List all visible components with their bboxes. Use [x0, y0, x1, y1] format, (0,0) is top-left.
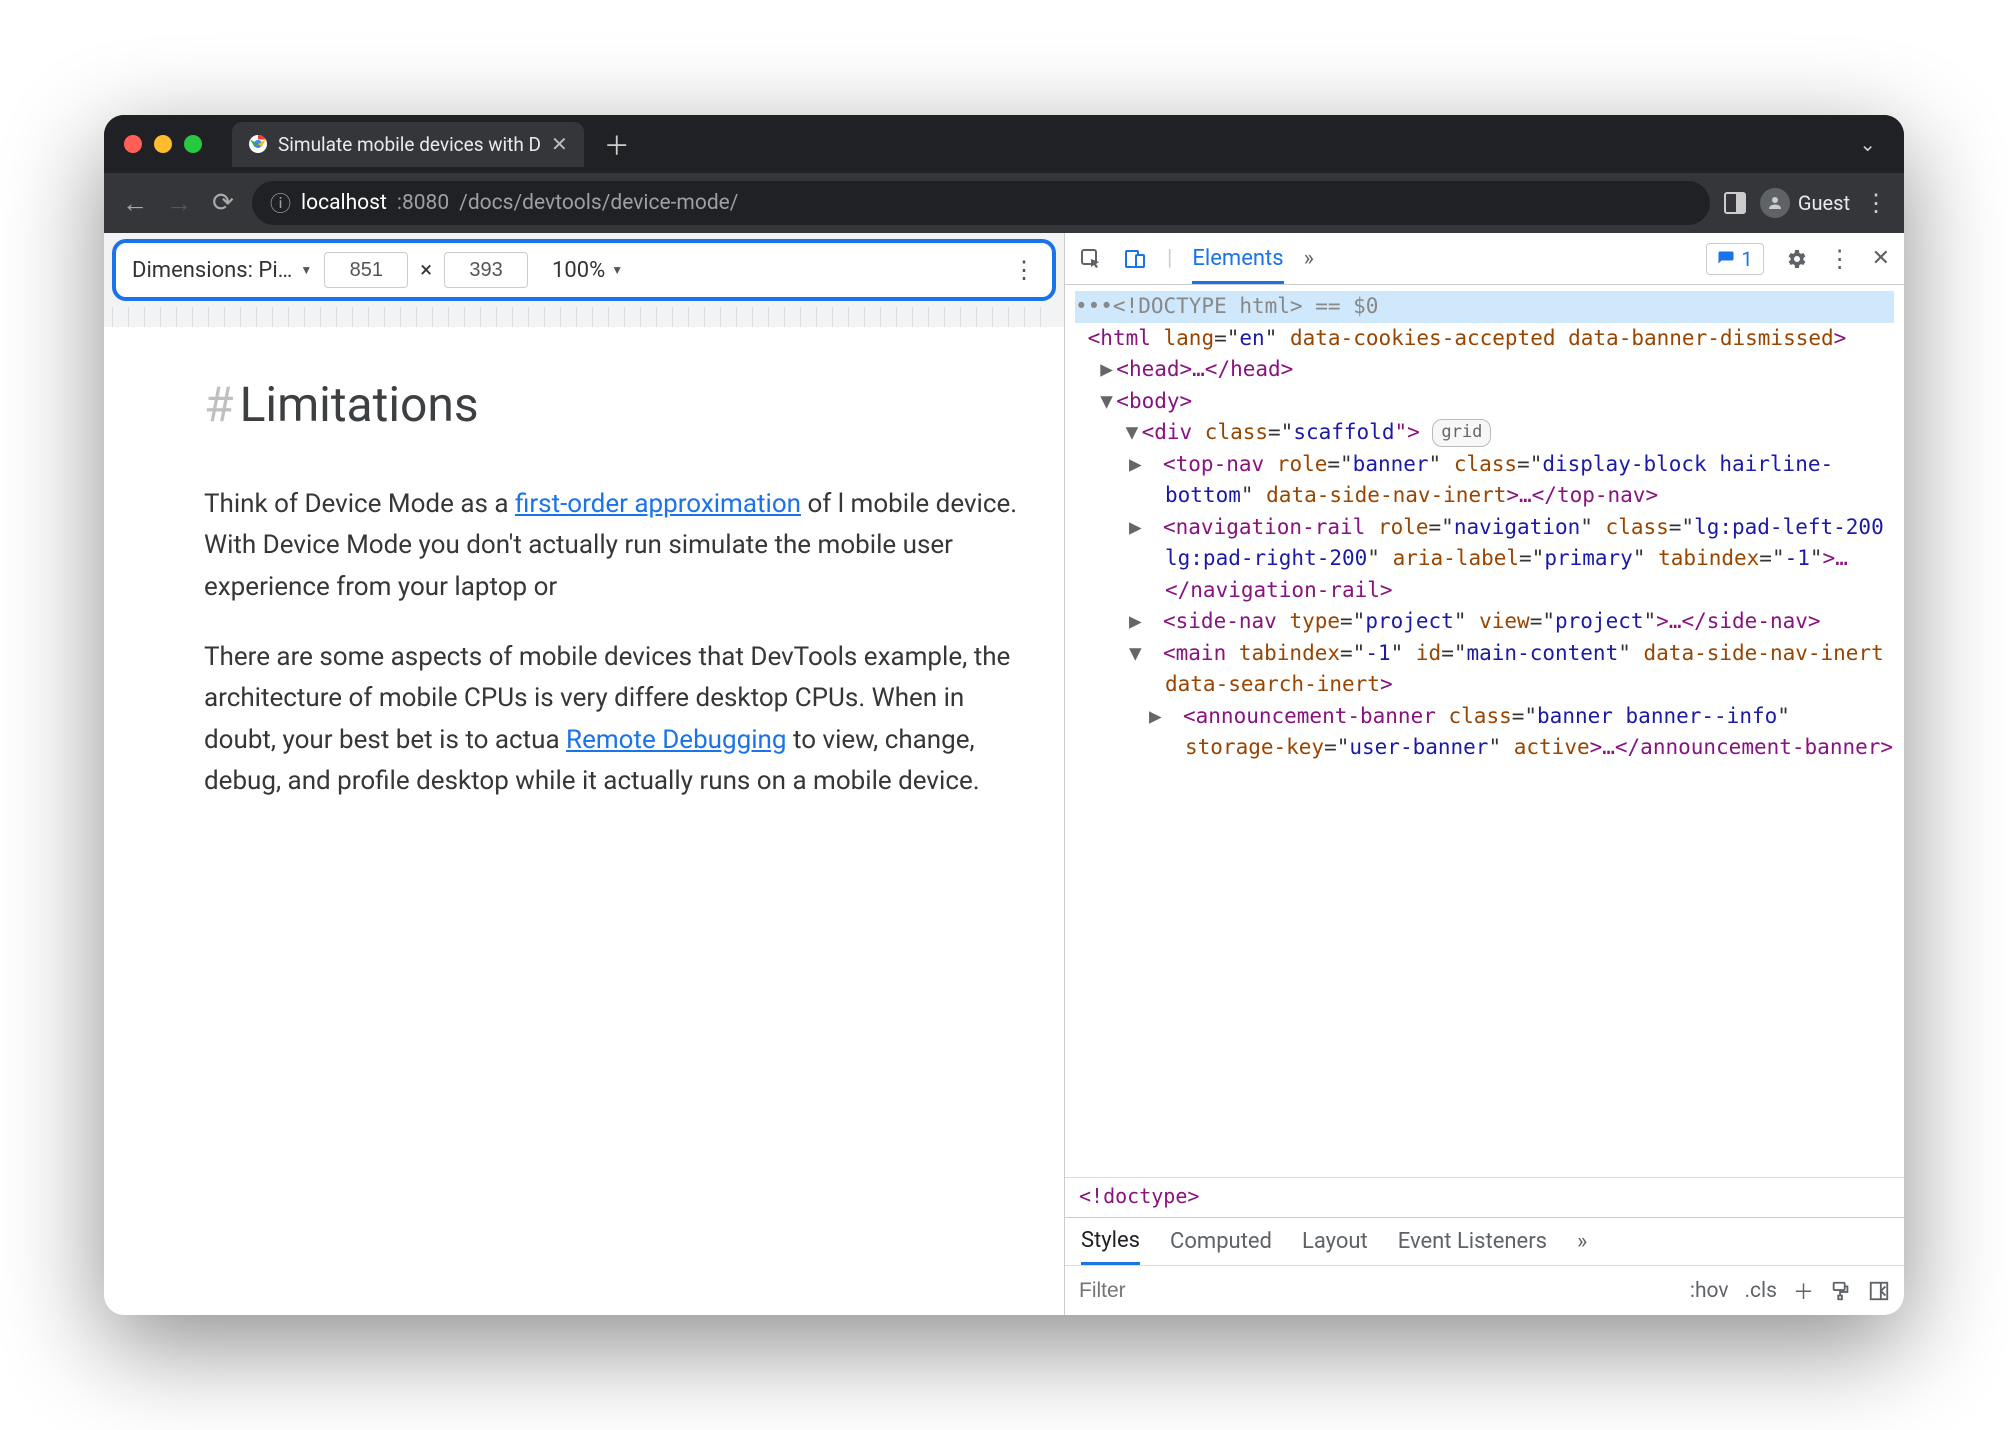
rendered-page: #Limitations Think of Device Mode as a f… — [104, 327, 1064, 1315]
avatar-icon — [1760, 188, 1790, 218]
close-window-button[interactable] — [124, 135, 142, 153]
dom-scaffold[interactable]: ▼<div class="scaffold"> grid — [1075, 417, 1894, 449]
dom-body[interactable]: ▼<body> — [1075, 386, 1894, 418]
dom-nav-rail[interactable]: ▶<navigation-rail role="navigation" clas… — [1075, 512, 1894, 607]
zoom-label: 100% — [552, 258, 605, 283]
window-controls — [124, 135, 202, 153]
hov-toggle[interactable]: :hov — [1690, 1279, 1729, 1303]
tab-computed[interactable]: Computed — [1170, 1229, 1272, 1254]
side-panel-icon[interactable] — [1724, 192, 1746, 214]
dimensions-label: Dimensions: Pi… — [132, 258, 292, 283]
settings-icon[interactable] — [1784, 247, 1808, 271]
info-icon[interactable]: ⓘ — [270, 188, 291, 218]
hash-icon: # — [204, 367, 234, 444]
minimize-window-button[interactable] — [154, 135, 172, 153]
profile-button[interactable]: Guest — [1760, 188, 1850, 218]
devtools-panel: | Elements » 1 ⋮ ✕ •••<!DOCTYPE html> ==… — [1064, 233, 1904, 1315]
url-field[interactable]: ⓘ localhost :8080/docs/devtools/device-mo… — [252, 181, 1710, 225]
url-host: localhost — [301, 191, 387, 215]
browser-window: Simulate mobile devices with D ✕ ＋ ⌄ ← →… — [104, 115, 1904, 1315]
cls-toggle[interactable]: .cls — [1745, 1279, 1777, 1303]
styles-tabs: Styles Computed Layout Event Listeners » — [1065, 1217, 1904, 1265]
address-bar: ← → ⟳ ⓘ localhost :8080/docs/devtools/dev… — [104, 173, 1904, 233]
breadcrumb[interactable]: <!doctype> — [1065, 1177, 1904, 1217]
dom-tree[interactable]: •••<!DOCTYPE html> == $0 <html lang="en"… — [1065, 285, 1904, 1177]
chrome-icon — [248, 134, 268, 154]
inspect-icon[interactable] — [1079, 247, 1103, 271]
more-subtabs-icon[interactable]: » — [1577, 1229, 1587, 1254]
tab-layout[interactable]: Layout — [1302, 1229, 1368, 1254]
chevron-down-icon: ▼ — [611, 263, 623, 277]
dom-banner[interactable]: ▶<announcement-banner class="banner bann… — [1075, 701, 1894, 764]
issues-icon — [1717, 250, 1735, 268]
url-port: :8080 — [397, 191, 449, 215]
tab-title: Simulate mobile devices with D — [278, 133, 541, 156]
new-style-rule-icon[interactable]: ＋ — [1793, 1276, 1814, 1306]
page-heading: #Limitations — [204, 367, 1064, 444]
devtools-menu-icon[interactable]: ⋮ — [1828, 245, 1852, 273]
times-label: × — [420, 258, 432, 283]
link-remote-debugging[interactable]: Remote Debugging — [566, 725, 786, 755]
issues-count: 1 — [1741, 247, 1752, 271]
device-mode-pane: Dimensions: Pi… ▼ × 100% ▼ ⋮ #Limitation… — [104, 233, 1064, 1315]
device-toolbar: Dimensions: Pi… ▼ × 100% ▼ ⋮ — [112, 239, 1056, 301]
paragraph-1: Think of Device Mode as a first-order ap… — [204, 484, 1024, 609]
dom-side-nav[interactable]: ▶<side-nav type="project" view="project"… — [1075, 606, 1894, 638]
height-input[interactable] — [444, 252, 528, 288]
link-first-order[interactable]: first-order approximation — [515, 489, 801, 519]
dom-top-nav[interactable]: ▶<top-nav role="banner" class="display-b… — [1075, 449, 1894, 512]
dom-head[interactable]: ▶<head>…</head> — [1075, 354, 1894, 386]
paint-icon[interactable] — [1830, 1280, 1852, 1302]
browser-menu-icon[interactable]: ⋮ — [1864, 189, 1888, 217]
width-input[interactable] — [324, 252, 408, 288]
tab-elements[interactable]: Elements — [1192, 246, 1283, 284]
dom-doctype[interactable]: •••<!DOCTYPE html> == $0 — [1075, 291, 1894, 323]
url-path: /docs/devtools/device-mode/ — [459, 191, 738, 215]
device-toggle-icon[interactable] — [1123, 247, 1147, 271]
close-tab-icon[interactable]: ✕ — [551, 132, 568, 156]
dimensions-dropdown[interactable]: Dimensions: Pi… ▼ — [132, 258, 312, 283]
new-tab-button[interactable]: ＋ — [604, 126, 630, 163]
issues-button[interactable]: 1 — [1706, 243, 1763, 275]
more-tabs-icon[interactable]: » — [1304, 246, 1314, 271]
dom-html[interactable]: <html lang="en" data-cookies-accepted da… — [1075, 323, 1894, 355]
close-devtools-icon[interactable]: ✕ — [1872, 246, 1890, 271]
grid-pill[interactable]: grid — [1432, 419, 1491, 447]
tab-event-listeners[interactable]: Event Listeners — [1398, 1229, 1547, 1254]
devtools-tabs: | Elements » 1 ⋮ ✕ — [1065, 233, 1904, 285]
styles-filter-bar: :hov .cls ＋ — [1065, 1265, 1904, 1315]
reload-button[interactable]: ⟳ — [208, 188, 238, 218]
dom-main[interactable]: ▼<main tabindex="-1" id="main-content" d… — [1075, 638, 1894, 701]
zoom-dropdown[interactable]: 100% ▼ — [552, 258, 623, 283]
chevron-down-icon: ▼ — [300, 263, 312, 277]
tab-styles[interactable]: Styles — [1081, 1228, 1140, 1265]
forward-button[interactable]: → — [164, 188, 194, 219]
computed-panel-icon[interactable] — [1868, 1280, 1890, 1302]
paragraph-2: There are some aspects of mobile devices… — [204, 637, 1024, 803]
tabs-menu-icon[interactable]: ⌄ — [1859, 132, 1876, 156]
browser-tab[interactable]: Simulate mobile devices with D ✕ — [232, 122, 584, 167]
device-toolbar-menu-icon[interactable]: ⋮ — [1012, 256, 1036, 284]
guest-label: Guest — [1798, 191, 1850, 215]
titlebar: Simulate mobile devices with D ✕ ＋ ⌄ — [104, 115, 1904, 173]
back-button[interactable]: ← — [120, 188, 150, 219]
filter-input[interactable] — [1079, 1279, 1350, 1303]
content-area: Dimensions: Pi… ▼ × 100% ▼ ⋮ #Limitation… — [104, 233, 1904, 1315]
ruler — [112, 307, 1056, 327]
maximize-window-button[interactable] — [184, 135, 202, 153]
